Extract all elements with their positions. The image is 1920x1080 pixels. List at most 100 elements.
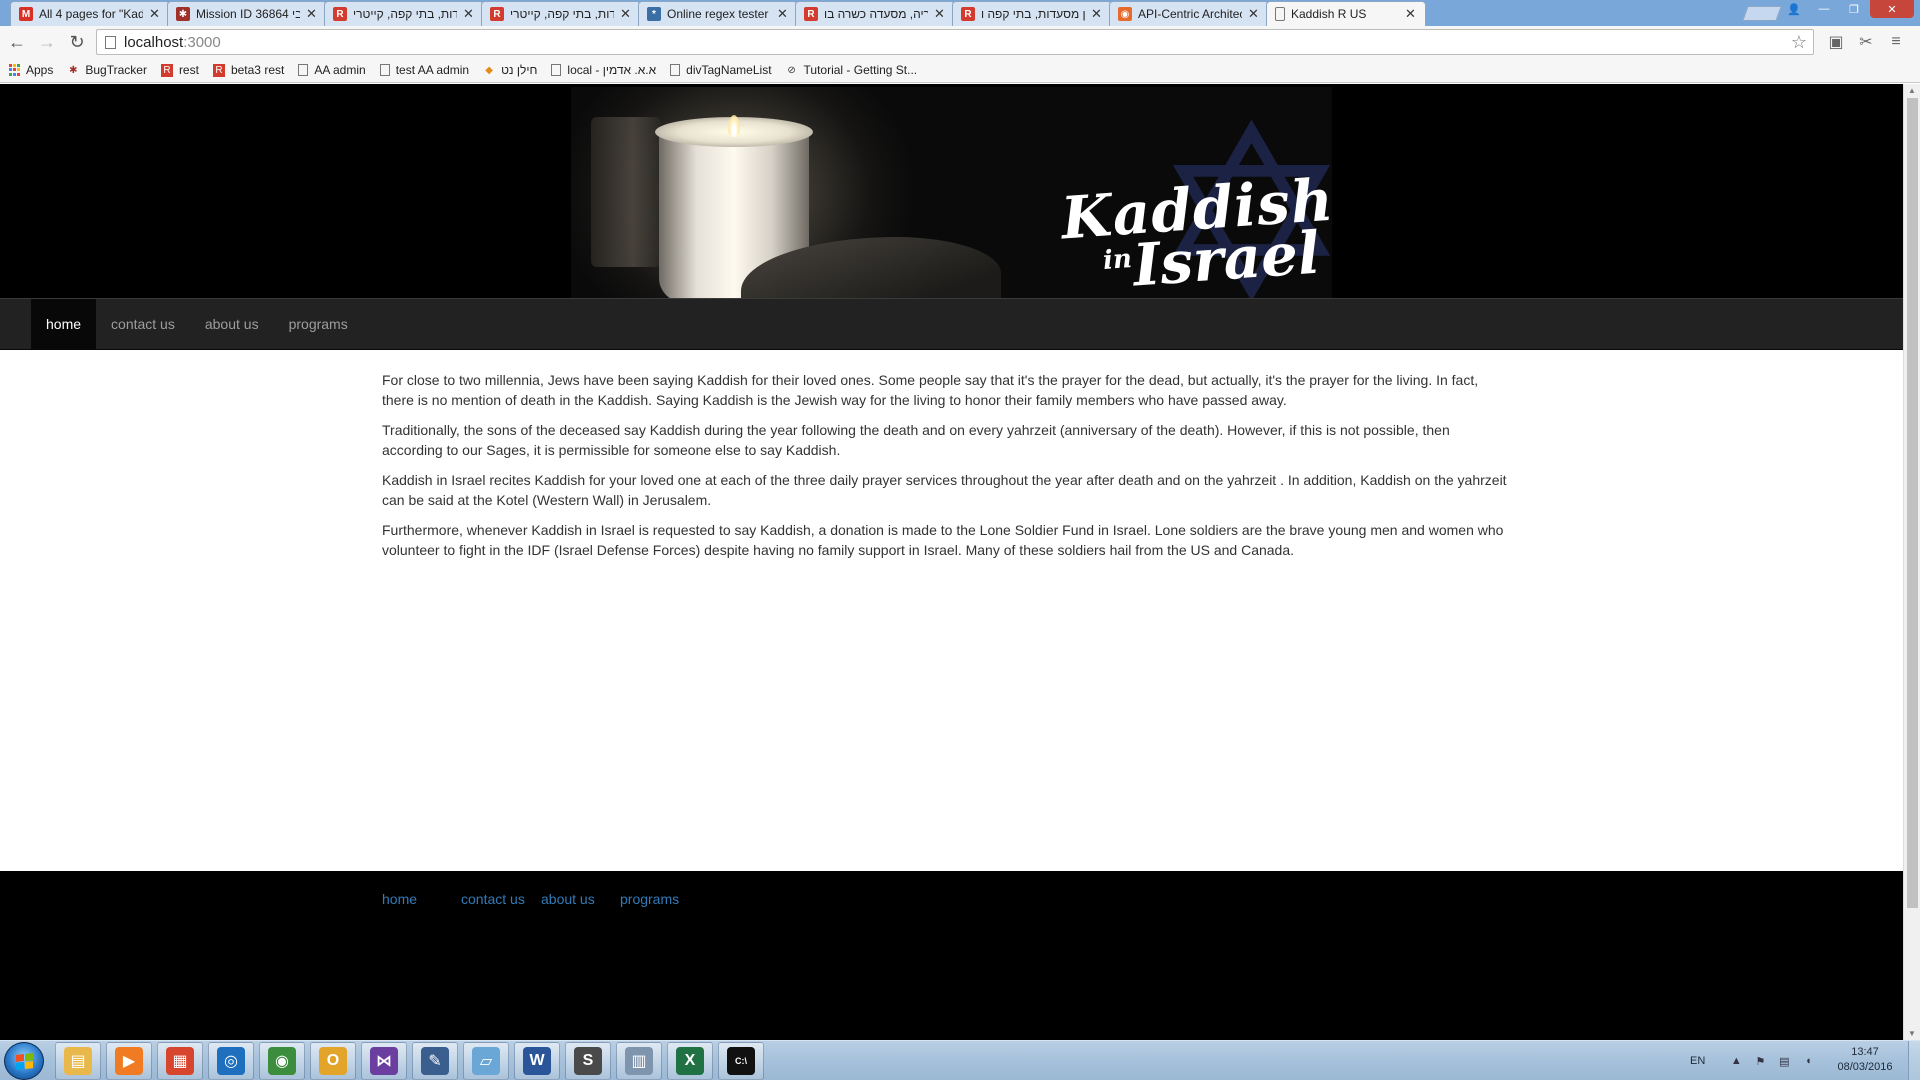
- media-player-icon: ▶: [115, 1047, 143, 1075]
- page-icon: [1275, 7, 1285, 21]
- nav-programs[interactable]: programs: [274, 299, 363, 349]
- clock[interactable]: 13:47 08/03/2016: [1830, 1045, 1900, 1075]
- tab-close-icon[interactable]: ✕: [1405, 6, 1417, 22]
- chrome-icon: ◉: [268, 1047, 296, 1075]
- tab-title: מסעדות, בתי קפה, קייטרי: [353, 7, 457, 21]
- taskbar-app-button[interactable]: ▱: [463, 1042, 509, 1080]
- main-content: For close to two millennia, Jews have be…: [382, 370, 1512, 570]
- bookmark-item[interactable]: Apps: [8, 63, 53, 77]
- user-icon[interactable]: 👤: [1780, 0, 1808, 18]
- regex-icon: *: [647, 7, 661, 21]
- tab-title: API-Centric Architecture: A: [1138, 7, 1242, 21]
- tab-close-icon[interactable]: ✕: [620, 6, 632, 22]
- scrollbar-thumb[interactable]: [1907, 98, 1918, 908]
- bookmark-item[interactable]: divTagNameList: [670, 63, 772, 77]
- bookmark-item[interactable]: ✱ BugTracker: [67, 63, 147, 77]
- footer-nav: home contact us about us programs: [382, 891, 679, 907]
- tab-close-icon[interactable]: ✕: [1248, 6, 1260, 22]
- nav-home[interactable]: home: [31, 299, 97, 349]
- page-icon: [379, 64, 390, 76]
- taskbar-app-button[interactable]: ⋈: [361, 1042, 407, 1080]
- restore-button[interactable]: ❐: [1840, 0, 1868, 18]
- address-bar[interactable]: localhost:3000 ☆: [96, 29, 1814, 55]
- close-window-button[interactable]: ✕: [1870, 0, 1914, 18]
- page-icon: [298, 64, 309, 76]
- tab-close-icon[interactable]: ✕: [934, 6, 946, 22]
- browser-tab[interactable]: R מגוון מסעדות, בתי קפה ו ✕: [952, 1, 1112, 26]
- logo-text-in: in: [1101, 244, 1133, 276]
- tab-close-icon[interactable]: ✕: [149, 6, 161, 22]
- bookmark-item[interactable]: Rbeta3 rest: [212, 63, 284, 77]
- extension-tools-icon[interactable]: ✂: [1854, 28, 1878, 56]
- tab-close-icon[interactable]: ✕: [306, 6, 318, 22]
- network-icon[interactable]: ▤: [1777, 1054, 1791, 1068]
- browser-tab[interactable]: * Online regex tester and de ✕: [638, 1, 798, 26]
- bug-icon: ✱: [176, 7, 190, 21]
- tab-title: פיצריה, מסעדה כשרה בו: [824, 7, 928, 21]
- taskbar-app-button[interactable]: ▥: [616, 1042, 662, 1080]
- browser-tab[interactable]: ◉ API-Centric Architecture: A ✕: [1109, 1, 1269, 26]
- volume-muted-icon[interactable]: ◖: [1801, 1054, 1815, 1068]
- taskbar-app-button[interactable]: X: [667, 1042, 713, 1080]
- bookmark-label: BugTracker: [85, 63, 147, 77]
- bookmark-item[interactable]: Rrest: [160, 63, 199, 77]
- start-button[interactable]: [4, 1042, 44, 1080]
- windows-taskbar: ▤ ▶ ▦ ◎ ◉ O ⋈ ✎ ▱ W S ▥ X C:\ EN ▲ ⚑ ▤ ◖ 13:47 08/03/…: [0, 1040, 1920, 1080]
- taskbar-app-button[interactable]: O: [310, 1042, 356, 1080]
- bookmark-item[interactable]: ⊘ Tutorial - Getting St...: [786, 63, 917, 77]
- bookmark-item[interactable]: test AA admin: [379, 63, 469, 77]
- tab-close-icon[interactable]: ✕: [777, 6, 789, 22]
- new-tab-button[interactable]: [1742, 6, 1782, 21]
- browser-tab-strip: M All 4 pages for "Kaddish in ✕ ✱ Mission ID…: [0, 0, 1920, 26]
- taskbar-app-button[interactable]: ▦: [157, 1042, 203, 1080]
- network-warning-icon[interactable]: ⚑: [1753, 1054, 1767, 1068]
- taskbar-app-button[interactable]: ◎: [208, 1042, 254, 1080]
- forward-button[interactable]: →: [32, 28, 62, 56]
- bookmark-item[interactable]: AA admin: [298, 63, 366, 77]
- taskbar-app-button[interactable]: C:\: [718, 1042, 764, 1080]
- bookmark-label: local - א.א. אדמין: [567, 63, 657, 77]
- footer-link-about-us[interactable]: about us: [541, 891, 620, 907]
- vertical-scrollbar[interactable]: ▲ ▼: [1903, 84, 1920, 1040]
- tab-close-icon[interactable]: ✕: [1091, 6, 1103, 22]
- taskbar-app-button[interactable]: ▶: [106, 1042, 152, 1080]
- browser-tab[interactable]: R מסעדות, בתי קפה, קייטרי ✕: [481, 1, 641, 26]
- bug-icon: ✱: [69, 64, 78, 76]
- scroll-up-arrow-icon[interactable]: ▲: [1908, 86, 1916, 95]
- extension-icon[interactable]: ▣: [1824, 28, 1848, 56]
- nav-about-us[interactable]: about us: [190, 299, 274, 349]
- language-indicator[interactable]: EN: [1690, 1055, 1705, 1067]
- bookmark-item[interactable]: ◆ חילן נט: [483, 63, 537, 77]
- reload-button[interactable]: ↻: [62, 28, 92, 56]
- show-hidden-icons-icon[interactable]: ▲: [1729, 1054, 1743, 1068]
- browser-tab[interactable]: R פיצריה, מסעדה כשרה בו ✕: [795, 1, 955, 26]
- footer-link-contact-us[interactable]: contact us: [461, 891, 541, 907]
- browser-tab[interactable]: R מסעדות, בתי קפה, קייטרי ✕: [324, 1, 484, 26]
- taskbar-app-button[interactable]: W: [514, 1042, 560, 1080]
- bookmark-item[interactable]: local - א.א. אדמין: [551, 63, 656, 77]
- outlook-icon: O: [319, 1047, 347, 1075]
- taskbar-app-button[interactable]: ✎: [412, 1042, 458, 1080]
- browser-tab[interactable]: ✱ Mission ID 36864 ראשי בי ✕: [167, 1, 327, 26]
- bookmark-star-icon[interactable]: ☆: [1791, 32, 1807, 53]
- footer-link-home[interactable]: home: [382, 891, 461, 907]
- taskbar-app-button[interactable]: ▤: [55, 1042, 101, 1080]
- tab-title: Mission ID 36864 ראשי בי: [196, 7, 300, 21]
- tab-close-icon[interactable]: ✕: [463, 6, 475, 22]
- folder-blue-icon: ▱: [472, 1047, 500, 1075]
- footer-link-programs[interactable]: programs: [620, 891, 679, 907]
- nav-contact-us[interactable]: contact us: [96, 299, 190, 349]
- browser-tab-active[interactable]: Kaddish R US ✕: [1266, 1, 1426, 26]
- browser-tab[interactable]: M All 4 pages for "Kaddish in ✕: [10, 1, 170, 26]
- explorer-icon: ▤: [64, 1047, 92, 1075]
- back-button[interactable]: ←: [2, 28, 32, 56]
- stack-icon: ◉: [1118, 7, 1132, 21]
- menu-icon[interactable]: ≡: [1884, 28, 1908, 56]
- show-desktop-button[interactable]: [1908, 1041, 1920, 1080]
- minimize-button[interactable]: —: [1810, 0, 1838, 18]
- rest-icon: R: [804, 7, 818, 21]
- scroll-down-arrow-icon[interactable]: ▼: [1908, 1029, 1916, 1038]
- taskbar-app-button[interactable]: ◉: [259, 1042, 305, 1080]
- taskbar-app-button[interactable]: S: [565, 1042, 611, 1080]
- browser-toolbar: ← → ↻ localhost:3000 ☆ ▣ ✂ ≡: [0, 26, 1920, 58]
